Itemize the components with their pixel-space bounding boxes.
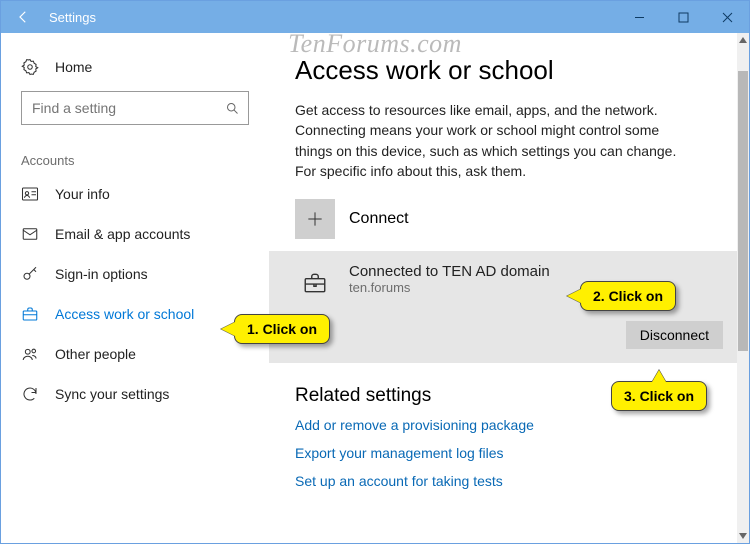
sidebar-item-sync[interactable]: Sync your settings [1, 374, 269, 414]
person-card-icon [21, 185, 39, 203]
sidebar-item-your-info[interactable]: Your info [1, 174, 269, 214]
sidebar: Home Accounts Your info Email & app acco… [1, 33, 269, 543]
annotation-callout-3: 3. Click on [611, 381, 707, 411]
scrollbar-up-icon[interactable] [737, 33, 749, 47]
connect-label: Connect [349, 210, 409, 228]
sidebar-home-label: Home [55, 59, 92, 75]
sidebar-item-other-people[interactable]: Other people [1, 334, 269, 374]
settings-window: Settings Home Accounts Your info [0, 0, 750, 544]
window-title: Settings [49, 10, 96, 25]
link-provisioning[interactable]: Add or remove a provisioning package [295, 417, 723, 433]
sidebar-item-label: Email & app accounts [55, 226, 190, 242]
sidebar-section-label: Accounts [1, 135, 269, 174]
page-description: Get access to resources like email, apps… [295, 100, 685, 181]
maximize-button[interactable] [661, 1, 705, 33]
page-title: Access work or school [295, 55, 723, 86]
account-subtitle: ten.forums [349, 280, 550, 295]
link-export-logs[interactable]: Export your management log files [295, 445, 723, 461]
sync-icon [21, 385, 39, 403]
plus-icon [295, 199, 335, 239]
briefcase-icon [21, 305, 39, 323]
minimize-button[interactable] [617, 1, 661, 33]
scrollbar-down-icon[interactable] [737, 529, 749, 543]
back-button[interactable] [1, 1, 45, 33]
mail-icon [21, 225, 39, 243]
close-button[interactable] [705, 1, 749, 33]
sidebar-item-label: Other people [55, 346, 136, 362]
people-icon [21, 345, 39, 363]
sidebar-item-signin[interactable]: Sign-in options [1, 254, 269, 294]
connect-button[interactable]: Connect [295, 199, 723, 239]
briefcase-icon [295, 263, 335, 303]
scrollbar-thumb[interactable] [738, 71, 748, 351]
sidebar-item-label: Sync your settings [55, 386, 169, 402]
sidebar-item-label: Sign-in options [55, 266, 148, 282]
search-icon [225, 101, 240, 116]
scrollbar[interactable] [737, 33, 749, 543]
annotation-callout-2: 2. Click on [580, 281, 676, 311]
gear-icon [21, 58, 39, 76]
key-icon [21, 265, 39, 283]
search-box[interactable] [21, 91, 249, 125]
account-title: Connected to TEN AD domain [349, 263, 550, 280]
annotation-callout-1: 1. Click on [234, 314, 330, 344]
content-pane: Access work or school Get access to reso… [269, 33, 749, 543]
sidebar-home[interactable]: Home [1, 47, 269, 87]
search-input[interactable] [30, 99, 225, 117]
sidebar-item-label: Access work or school [55, 306, 194, 322]
disconnect-button[interactable]: Disconnect [626, 321, 723, 349]
sidebar-item-label: Your info [55, 186, 110, 202]
titlebar: Settings [1, 1, 749, 33]
sidebar-item-email[interactable]: Email & app accounts [1, 214, 269, 254]
link-test-account[interactable]: Set up an account for taking tests [295, 473, 723, 489]
